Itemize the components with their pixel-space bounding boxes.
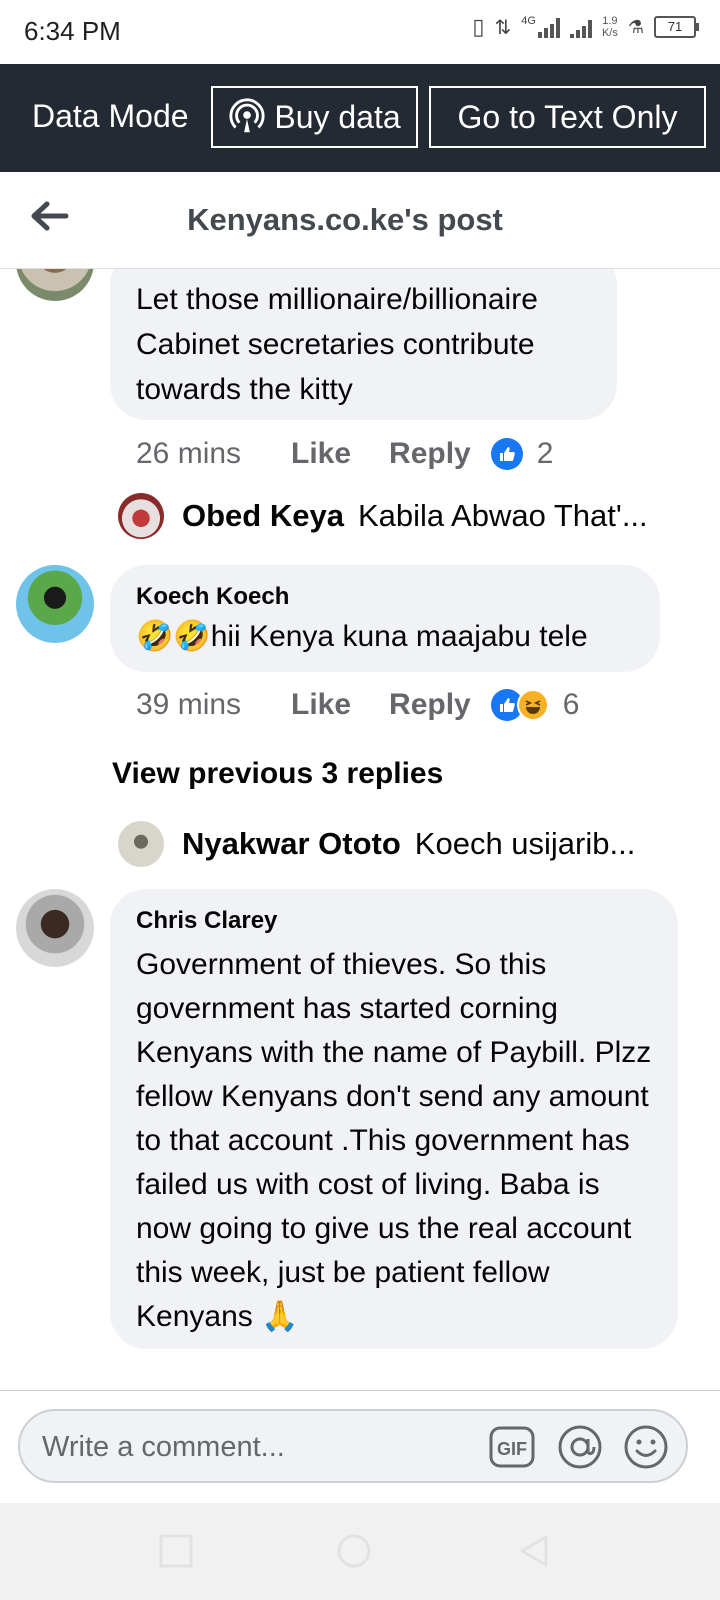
reply-preview[interactable]: Nyakwar Ototo Koech usijarib... [118, 821, 635, 867]
reply-author: Nyakwar Ototo [182, 826, 401, 861]
status-time: 6:34 PM [24, 16, 121, 46]
post-header: Kenyans.co.ke's post [0, 172, 720, 269]
status-icons: ▯ ⇅ 4G 1.9 K/s ⚗ 71 [472, 14, 699, 40]
comment-time: 39 mins [136, 688, 242, 721]
comment-text: 🤣🤣hii Kenya kuna maajabu tele [136, 620, 588, 653]
reply-button[interactable]: Reply [389, 437, 471, 471]
net-speed: 1.9 K/s [602, 15, 618, 39]
comment-time: 26 mins [136, 437, 242, 470]
home-icon[interactable] [336, 1533, 372, 1569]
data-mode-bar: Data Mode Buy data Go to Text Only [0, 64, 720, 172]
comment-bubble[interactable]: Chris Clarey Government of thieves. So t… [110, 889, 678, 1349]
data-mode-label: Data Mode [32, 98, 189, 134]
comment-author[interactable]: Chris Clarey [136, 907, 652, 935]
emoji-icon[interactable] [622, 1423, 670, 1471]
avatar[interactable] [16, 889, 94, 967]
text-only-label: Go to Text Only [457, 98, 678, 135]
avatar [118, 493, 164, 539]
flask-icon: ⚗ [627, 16, 644, 37]
signal-icon-2 [569, 16, 592, 38]
reply-text: Koech usijarib... [414, 826, 636, 861]
reply-button[interactable]: Reply [389, 688, 471, 722]
reply-preview[interactable]: Obed Keya Kabila Abwao That'... [118, 493, 648, 539]
buy-data-button[interactable]: Buy data [211, 86, 418, 148]
reaction-count: 2 [536, 437, 554, 470]
haha-icon [516, 689, 549, 721]
avatar [118, 821, 164, 867]
avatar[interactable] [16, 269, 94, 301]
page-title: Kenyans.co.ke's post [187, 202, 503, 237]
comment-placeholder: Write a comment... [42, 1431, 285, 1463]
comment-meta: 26 mins Like Reply 2 [136, 437, 553, 471]
net-speed-unit: K/s [601, 27, 618, 39]
system-nav-bar [0, 1503, 720, 1600]
reply-text: Kabila Abwao That'... [357, 498, 648, 533]
comment-bubble[interactable]: Let those millionaire/billionaire Cabine… [110, 269, 617, 420]
reactions[interactable] [490, 438, 523, 470]
status-bar: 6:34 PM ▯ ⇅ 4G 1.9 K/s ⚗ 71 [0, 0, 720, 64]
comment-text: Government of thieves. So this governmen… [136, 948, 652, 1333]
like-button[interactable]: Like [291, 688, 351, 722]
battery-icon: 71 [654, 16, 699, 38]
comments-list[interactable]: Let those millionaire/billionaire Cabine… [0, 269, 720, 1390]
reaction-count: 6 [562, 688, 580, 721]
comment-input[interactable]: Write a comment... GIF [18, 1409, 688, 1483]
like-icon [490, 438, 523, 470]
buy-data-label: Buy data [274, 98, 401, 135]
broadcast-icon [229, 98, 265, 133]
reply-author: Obed Keya [182, 498, 344, 533]
gif-icon[interactable]: GIF [488, 1423, 536, 1471]
view-previous-replies[interactable]: View previous 3 replies [112, 757, 443, 791]
like-button[interactable]: Like [291, 437, 351, 471]
data-arrows-icon: ⇅ [494, 16, 512, 39]
comment-bubble[interactable]: Koech Koech 🤣🤣hii Kenya kuna maajabu tel… [110, 565, 660, 672]
mention-icon[interactable] [556, 1423, 604, 1471]
comment-composer: Write a comment... GIF [0, 1390, 720, 1503]
comment-meta: 39 mins Like Reply 6 [136, 688, 579, 722]
signal-icon [537, 16, 560, 38]
svg-text:GIF: GIF [497, 1439, 527, 1459]
vibrate-icon: ▯ [472, 14, 485, 39]
net-speed-value: 1.9 [602, 15, 618, 27]
text-only-button[interactable]: Go to Text Only [429, 86, 706, 148]
recents-icon[interactable] [158, 1533, 194, 1569]
avatar[interactable] [16, 565, 94, 643]
comment-text: Let those millionaire/billionaire Cabine… [136, 283, 538, 406]
comment-author[interactable]: Koech Koech [136, 583, 634, 611]
reactions[interactable] [490, 689, 549, 721]
network-type: 4G [521, 15, 536, 27]
back-icon[interactable] [516, 1533, 552, 1569]
